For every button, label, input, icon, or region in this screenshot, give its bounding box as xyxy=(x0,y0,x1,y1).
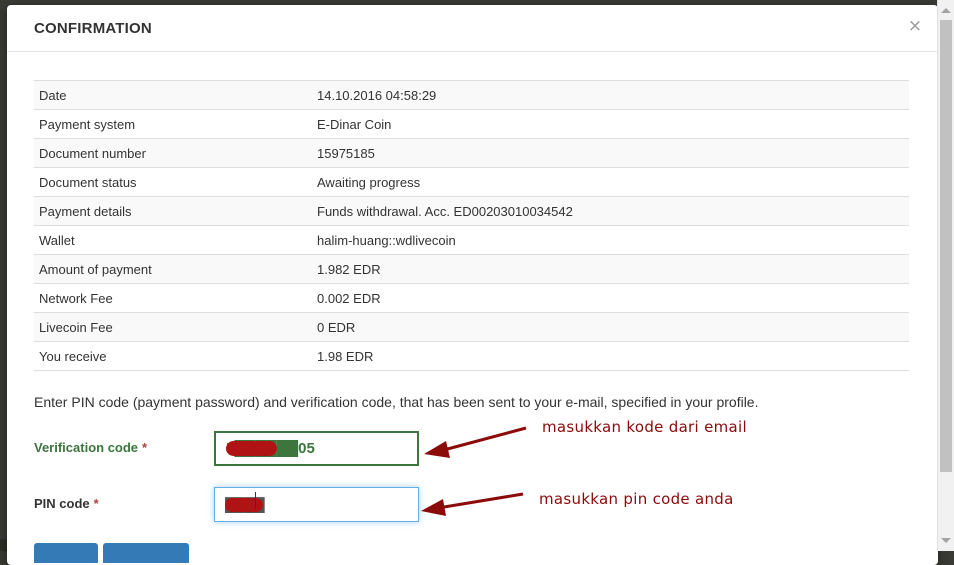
scroll-down-icon[interactable] xyxy=(941,538,951,543)
verification-annotation: masukkan kode dari email xyxy=(542,418,747,436)
verification-arrowhead xyxy=(424,441,450,458)
annotation-arrows xyxy=(421,426,527,516)
scroll-thumb[interactable] xyxy=(940,20,952,472)
pin-arrow-line xyxy=(437,492,524,510)
verification-arrow-line xyxy=(439,426,527,453)
scroll-up-icon[interactable] xyxy=(941,8,951,13)
page-scrollbar[interactable] xyxy=(937,0,954,551)
pin-arrowhead xyxy=(421,499,446,516)
pin-annotation: masukkan pin code anda xyxy=(539,490,734,508)
